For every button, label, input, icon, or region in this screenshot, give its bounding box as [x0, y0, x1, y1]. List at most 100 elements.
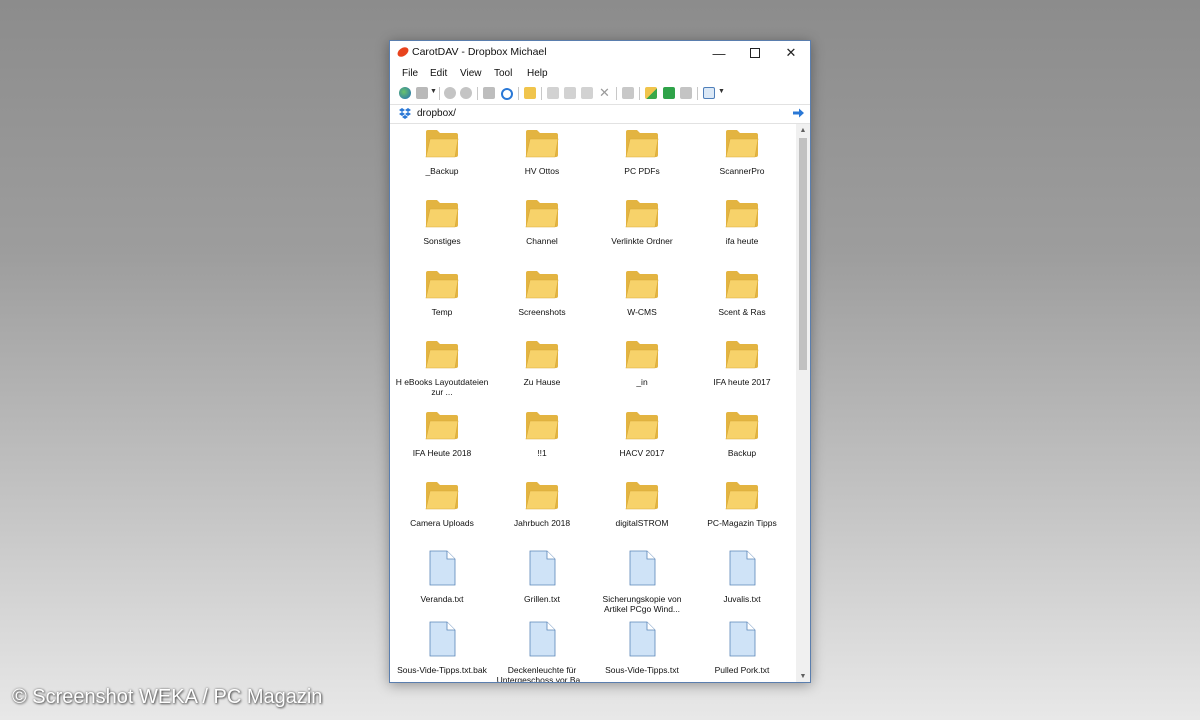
folder-item[interactable]: !!1 — [492, 406, 592, 476]
folder-item[interactable]: PC PDFs — [592, 124, 692, 194]
minimize-button[interactable]: — — [701, 41, 737, 65]
item-label: Temp — [431, 306, 453, 317]
folder-item[interactable]: Sonstiges — [392, 194, 492, 264]
item-label: HV Ottos — [524, 166, 560, 176]
item-label: Sicherungskopie von Artikel PCgo Wind... — [602, 594, 682, 615]
scroll-thumb[interactable] — [799, 138, 807, 370]
cut-icon[interactable] — [547, 87, 559, 99]
item-label: Zu Hause — [523, 377, 561, 388]
folder-item[interactable]: PC-Magazin Tipps — [692, 476, 792, 546]
go-arrow-icon[interactable] — [793, 108, 804, 118]
refresh-icon[interactable] — [501, 88, 513, 100]
folder-item[interactable]: Temp — [392, 265, 492, 335]
folder-item[interactable]: Channel — [492, 194, 592, 264]
file-item[interactable]: Sicherungskopie von Artikel PCgo Wind... — [592, 546, 692, 616]
text-file-icon — [528, 546, 556, 591]
folder-item[interactable]: W-CMS — [592, 265, 692, 335]
folder-item[interactable]: Camera Uploads — [392, 476, 492, 546]
paste-icon[interactable] — [581, 87, 593, 99]
folder-item[interactable]: IFA Heute 2018 — [392, 406, 492, 476]
copy-icon[interactable] — [564, 87, 576, 99]
item-label: HACV 2017 — [619, 447, 665, 458]
item-label: W-CMS — [627, 306, 657, 317]
delete-icon[interactable]: ✕ — [599, 85, 611, 100]
toolbar-separator — [477, 87, 478, 100]
maximize-icon — [750, 48, 760, 58]
item-label: !!1 — [537, 447, 547, 458]
forward-icon[interactable] — [460, 87, 472, 99]
folder-item[interactable]: IFA heute 2017 — [692, 335, 792, 405]
folder-item[interactable]: Jahrbuch 2018 — [492, 476, 592, 546]
folder-item[interactable]: Backup — [692, 406, 792, 476]
folder-icon — [625, 476, 659, 515]
connect-icon[interactable] — [399, 87, 411, 99]
item-label: ifa heute — [725, 236, 759, 247]
item-label: Scent & Ras — [718, 306, 766, 317]
back-icon[interactable] — [444, 87, 456, 99]
menu-tool[interactable]: Tool — [494, 68, 512, 79]
folder-icon — [425, 406, 459, 445]
item-label: Juvalis.txt — [723, 594, 761, 605]
menu-edit[interactable]: Edit — [430, 68, 447, 79]
folder-icon — [525, 124, 559, 163]
file-item[interactable]: Grillen.txt — [492, 546, 592, 616]
scroll-up-icon[interactable]: ▲ — [796, 124, 810, 136]
view-mode-icon[interactable] — [703, 87, 715, 99]
title-bar[interactable]: CarotDAV - Dropbox Michael — ✕ — [390, 41, 810, 65]
file-item[interactable]: Sous-Vide-Tipps.txt.bak — [392, 617, 492, 682]
close-button[interactable]: ✕ — [773, 41, 809, 65]
item-label: IFA Heute 2018 — [412, 447, 472, 458]
folder-item[interactable]: Screenshots — [492, 265, 592, 335]
scroll-down-icon[interactable]: ▼ — [796, 670, 810, 682]
folder-icon — [625, 124, 659, 163]
text-file-icon — [628, 617, 656, 662]
new-folder-icon[interactable] — [645, 87, 657, 99]
folder-item[interactable]: _Backup — [392, 124, 492, 194]
file-item[interactable]: Juvalis.txt — [692, 546, 792, 616]
menu-file[interactable]: File — [402, 68, 418, 79]
folder-item[interactable]: Verlinkte Ordner — [592, 194, 692, 264]
folder-item[interactable]: HV Ottos — [492, 124, 592, 194]
folder-icon — [525, 335, 559, 374]
folder-icon — [525, 194, 559, 233]
properties-icon[interactable] — [622, 87, 634, 99]
toolbar-separator — [439, 87, 440, 100]
disconnect-icon[interactable] — [416, 87, 428, 99]
menu-bar: File Edit View Tool Help — [390, 65, 810, 83]
folder-item[interactable]: ifa heute — [692, 194, 792, 264]
file-item[interactable]: Sous-Vide-Tipps.txt — [592, 617, 692, 682]
chevron-down-icon[interactable]: ▼ — [430, 88, 437, 95]
folder-item[interactable]: Zu Hause — [492, 335, 592, 405]
folder-icon — [725, 476, 759, 515]
folder-item[interactable]: _in — [592, 335, 692, 405]
folder-icon — [425, 194, 459, 233]
folder-icon — [525, 406, 559, 445]
folder-icon — [625, 265, 659, 304]
file-item[interactable]: Veranda.txt — [392, 546, 492, 616]
file-item[interactable]: Pulled Pork.txt — [692, 617, 792, 682]
vertical-scrollbar[interactable]: ▲ ▼ — [796, 124, 810, 682]
item-label: Sous-Vide-Tipps.txt.bak — [397, 664, 487, 675]
folder-item[interactable]: ScannerPro — [692, 124, 792, 194]
menu-help[interactable]: Help — [527, 68, 548, 79]
item-label: Jahrbuch 2018 — [513, 517, 571, 528]
watermark: © Screenshot WEKA / PC Magazin — [12, 686, 323, 708]
address-path[interactable]: dropbox/ — [417, 108, 456, 119]
item-label: IFA heute 2017 — [713, 377, 771, 388]
maximize-button[interactable] — [737, 41, 773, 65]
folder-item[interactable]: digitalSTROM — [592, 476, 692, 546]
text-file-icon — [628, 546, 656, 591]
folder-item[interactable]: Scent & Ras — [692, 265, 792, 335]
folder-icon — [425, 265, 459, 304]
file-item[interactable]: Deckenleuchte für Untergeschoss vor Ba..… — [492, 617, 592, 682]
item-label: Backup — [727, 447, 757, 458]
folder-item[interactable]: HACV 2017 — [592, 406, 692, 476]
folder-item[interactable]: H eBooks Layoutdateien zur ... — [392, 335, 492, 405]
upload-icon[interactable] — [663, 87, 675, 99]
up-icon[interactable] — [483, 87, 495, 99]
folder-icon — [725, 124, 759, 163]
chevron-down-icon[interactable]: ▼ — [718, 88, 725, 95]
download-icon[interactable] — [680, 87, 692, 99]
menu-view[interactable]: View — [460, 68, 482, 79]
open-folder-icon[interactable] — [524, 87, 536, 99]
